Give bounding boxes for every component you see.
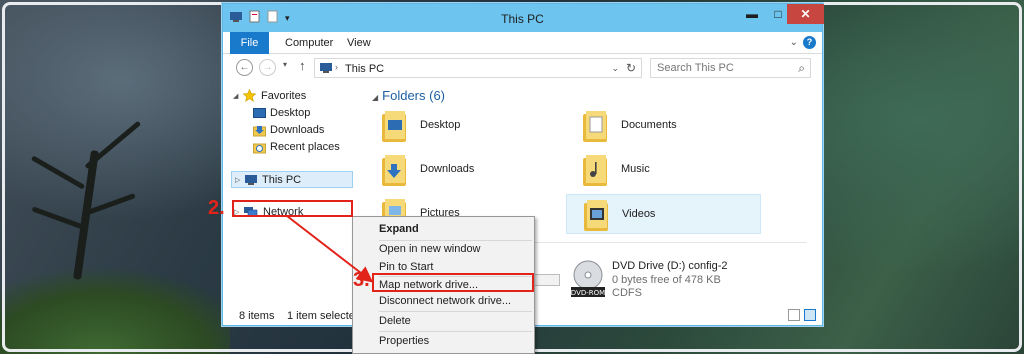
- section-title: Folders (6): [382, 88, 446, 103]
- recent-locations-icon[interactable]: ▾: [283, 60, 287, 69]
- grass-hill: [0, 234, 230, 354]
- search-icon[interactable]: ⌕: [798, 61, 805, 76]
- help-icon[interactable]: ?: [803, 36, 816, 49]
- drive-free-space: 0 bytes free of 478 KB: [612, 274, 721, 286]
- folder-name: Desktop: [420, 119, 461, 131]
- tree-branch: [30, 155, 86, 190]
- map-drive-highlight-box: [372, 273, 534, 292]
- drive-filesystem: CDFS: [612, 287, 642, 299]
- sidebar-item-desktop[interactable]: Desktop: [253, 105, 353, 122]
- drive-name: DVD Drive (D:) config-2: [612, 260, 728, 272]
- network-highlight-box: [232, 200, 353, 217]
- dvd-rom-badge: DVD-ROM: [571, 289, 605, 297]
- computer-icon: [244, 174, 258, 192]
- tab-file[interactable]: File: [230, 32, 269, 54]
- expand-arrow-icon[interactable]: ▷: [235, 172, 240, 189]
- folder-item[interactable]: Downloads: [365, 150, 560, 190]
- window-title: This PC: [501, 12, 544, 26]
- tree-branch: [87, 193, 136, 215]
- tree-branch: [31, 206, 85, 230]
- minimize-button[interactable]: ▬: [739, 4, 765, 24]
- menu-item-open-new-window[interactable]: Open in new window: [355, 240, 532, 258]
- sidebar-item-recent-places[interactable]: Recent places: [253, 139, 353, 156]
- tab-computer[interactable]: Computer: [285, 32, 333, 54]
- computer-icon: [319, 62, 333, 77]
- recent-places-icon: [253, 142, 266, 160]
- menu-item-disconnect-network-drive[interactable]: Disconnect network drive...: [355, 292, 532, 310]
- collapse-icon[interactable]: ◢: [372, 93, 378, 102]
- menu-item-expand[interactable]: Expand: [355, 220, 532, 238]
- step-3-label: 3.: [353, 269, 370, 291]
- details-view-icon[interactable]: [788, 309, 800, 321]
- ribbon: File Computer View ⌄ ?: [223, 32, 822, 54]
- address-bar[interactable]: › This PC ⌄ ↻: [314, 58, 642, 78]
- sidebar-item-label: This PC: [262, 174, 302, 186]
- folder-name: Videos: [622, 208, 656, 220]
- sidebar-item-this-pc[interactable]: ▷ This PC: [231, 171, 353, 188]
- item-count: 8 items: [239, 310, 275, 322]
- folder-name: Documents: [621, 119, 677, 131]
- chevron-right-icon[interactable]: ›: [335, 62, 338, 72]
- folder-videos-icon: [584, 200, 608, 231]
- search-box[interactable]: ⌕: [650, 58, 811, 78]
- forward-button[interactable]: →: [259, 59, 276, 76]
- expand-ribbon-icon[interactable]: ⌄: [790, 37, 798, 48]
- sidebar-item-label: Desktop: [270, 107, 311, 119]
- section-header[interactable]: ◢ Folders (6): [372, 88, 445, 103]
- up-button[interactable]: ↑: [299, 58, 306, 73]
- dvd-drive-item[interactable]: DVD-ROM DVD Drive (D:) config-2 0 bytes …: [569, 259, 799, 304]
- refresh-icon[interactable]: ↻: [626, 61, 636, 75]
- dvd-drive-icon: DVD-ROM: [571, 260, 605, 297]
- title-bar[interactable]: ▾ This PC ▬ □ ✕: [223, 4, 824, 32]
- folder-downloads-icon: [382, 155, 406, 186]
- search-input[interactable]: [657, 62, 787, 74]
- navigation-bar: ← → ▾ ↑ › This PC ⌄ ↻ ⌕: [223, 54, 822, 82]
- folder-documents-icon: [583, 111, 607, 142]
- breadcrumb[interactable]: This PC: [345, 63, 384, 75]
- sidebar-item-downloads[interactable]: Downloads: [253, 122, 353, 139]
- sidebar-item-label: Favorites: [261, 90, 307, 102]
- menu-item-properties[interactable]: Properties: [355, 332, 532, 350]
- tab-view[interactable]: View: [347, 32, 371, 54]
- sidebar-item-label: Downloads: [270, 124, 325, 136]
- selection-count: 1 item selected: [287, 310, 361, 322]
- step-2-label: 2.: [208, 197, 225, 219]
- address-dropdown-icon[interactable]: ⌄: [611, 63, 619, 74]
- menu-item-delete[interactable]: Delete: [355, 312, 532, 330]
- folder-item[interactable]: Videos: [566, 194, 761, 234]
- large-icons-view-icon[interactable]: [804, 309, 816, 321]
- sidebar-item-favorites[interactable]: ◢ Favorites: [233, 88, 343, 105]
- folder-desktop-icon: [382, 111, 406, 142]
- back-button[interactable]: ←: [236, 59, 253, 76]
- folder-item[interactable]: Documents: [566, 106, 761, 146]
- expand-arrow-icon[interactable]: ◢: [233, 88, 238, 105]
- tree-branch: [84, 120, 142, 170]
- close-button[interactable]: ✕: [787, 4, 824, 24]
- folder-name: Downloads: [420, 163, 475, 175]
- folder-music-icon: [583, 155, 607, 186]
- sidebar-item-label: Recent places: [270, 141, 340, 153]
- folder-name: Music: [621, 163, 650, 175]
- folder-item[interactable]: Desktop: [365, 106, 560, 146]
- navigation-pane: ◢ Favorites Desktop Downloads Recent pla…: [223, 84, 355, 299]
- folder-item[interactable]: Music: [566, 150, 761, 190]
